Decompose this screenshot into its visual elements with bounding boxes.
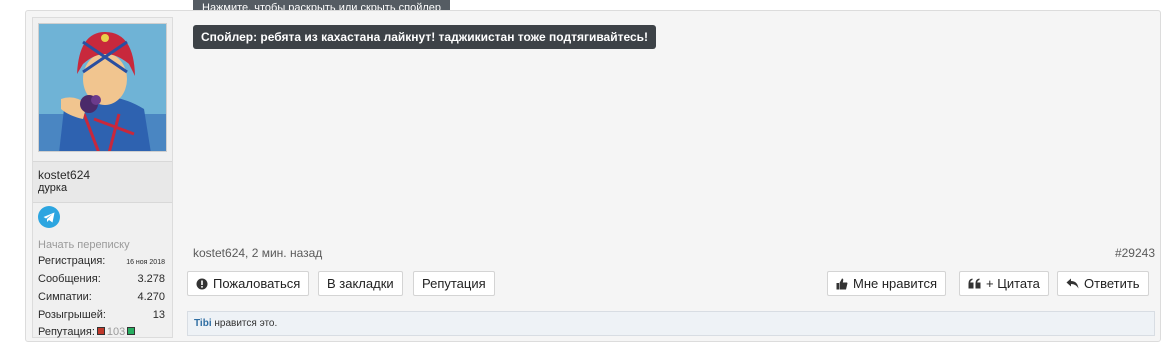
bookmark-label: В закладки: [327, 276, 394, 291]
reputation-value: 103: [106, 326, 126, 338]
quote-icon: [968, 278, 981, 289]
reply-button[interactable]: Ответить: [1057, 271, 1149, 296]
start-conversation-link[interactable]: Начать переписку: [38, 239, 130, 251]
reply-icon: [1066, 278, 1079, 289]
reply-label: Ответить: [1084, 276, 1140, 291]
stat-value: 4.270: [137, 291, 165, 303]
quote-label: + Цитата: [986, 276, 1040, 291]
reputation-button[interactable]: Репутация: [413, 271, 495, 296]
thumbs-up-icon: [836, 278, 848, 290]
likes-summary: Tibi нравится это.: [187, 311, 1155, 336]
reputation-minus-icon[interactable]: [96, 327, 105, 335]
username[interactable]: kostet624: [38, 168, 167, 182]
post-number[interactable]: #29243: [1115, 246, 1155, 260]
stat-label: Сообщения:: [38, 273, 101, 285]
reputation-label: Репутация: [422, 276, 486, 291]
liker-username[interactable]: Tibi: [194, 318, 212, 329]
spoiler-button[interactable]: Спойлер: ребята из кахастана лайкнут! та…: [193, 25, 657, 49]
report-button[interactable]: Пожаловаться: [187, 271, 310, 296]
user-title: дурка: [38, 182, 68, 194]
stat-value: 13: [152, 309, 165, 321]
reputation-plus-icon[interactable]: [127, 327, 136, 335]
stat-label: Розыгрышей:: [38, 309, 106, 321]
quote-button[interactable]: + Цитата: [959, 271, 1049, 296]
exclamation-circle-icon: [196, 278, 208, 290]
user-meta: kostet624 дурка: [33, 161, 172, 203]
stat-label: Регистрация:: [38, 255, 106, 267]
stat-label: Репутация:: [38, 326, 95, 338]
user-avatar[interactable]: [38, 23, 167, 152]
likes-text: нравится это.: [211, 318, 278, 329]
stat-label: Симпатии:: [38, 291, 92, 303]
post-author-time[interactable]: kostet624, 2 мин. назад: [193, 246, 322, 260]
stat-giveaways: Розыгрышей: 13: [38, 309, 165, 321]
bookmark-button[interactable]: В закладки: [318, 271, 403, 296]
stat-reputation: Репутация: 103: [38, 326, 165, 338]
stat-messages: Сообщения: 3.278: [38, 273, 165, 285]
stat-value: 16 ноя 2018: [126, 259, 165, 266]
stat-value: 3.278: [137, 273, 165, 285]
user-info-panel: kostet624 дурка Начать переписку Регистр…: [32, 17, 173, 338]
stat-likes: Симпатии: 4.270: [38, 291, 165, 303]
stat-registration: Регистрация: 16 ноя 2018: [38, 255, 165, 267]
like-button[interactable]: Мне нравится: [827, 271, 947, 296]
telegram-icon[interactable]: [38, 206, 60, 228]
like-label: Мне нравится: [853, 276, 938, 291]
report-label: Пожаловаться: [213, 276, 301, 291]
